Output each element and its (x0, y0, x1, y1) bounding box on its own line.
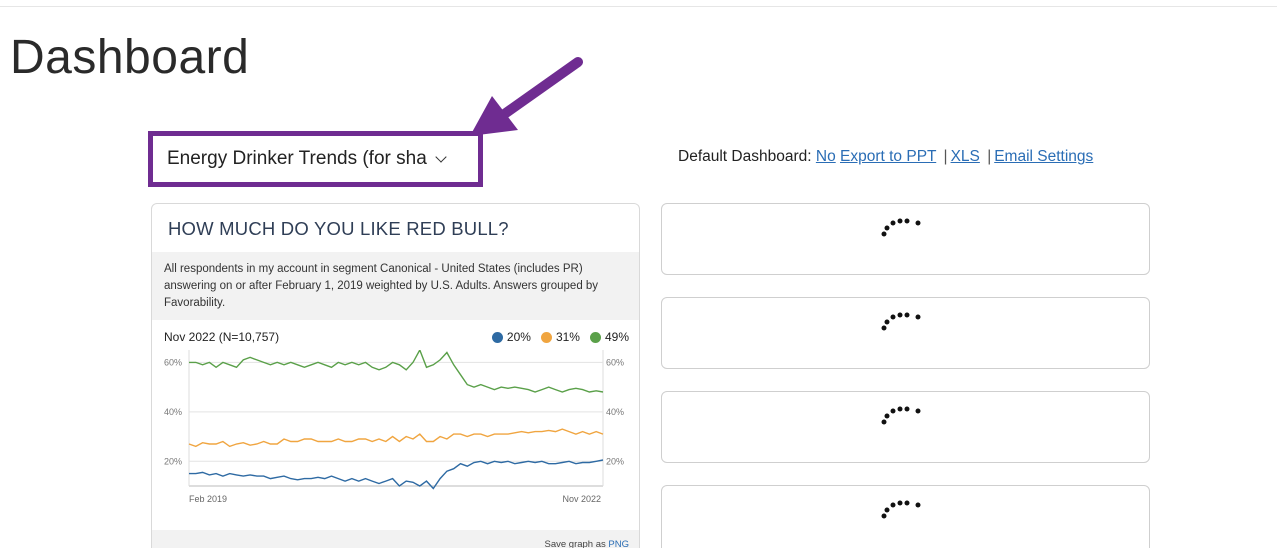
y-tick-label-right: 20% (606, 456, 624, 466)
card-footer: Save graph as PNG (152, 530, 639, 548)
y-tick-label-left: 20% (164, 456, 182, 466)
y-tick-label-right: 40% (606, 407, 624, 417)
legend-dot-orange (540, 331, 552, 343)
y-tick-label-right: 60% (606, 357, 624, 367)
loading-spinner-icon (881, 218, 921, 237)
dashboard-select[interactable]: Energy Drinker Trends (for sha (159, 142, 471, 176)
save-graph-label: Save graph as (544, 539, 606, 548)
x-tick-label: Nov 2022 (562, 494, 601, 504)
save-png-link[interactable]: PNG (608, 539, 629, 548)
loading-card (661, 297, 1150, 369)
loading-card (661, 391, 1150, 463)
loading-spinner-icon (881, 312, 921, 331)
save-graph: Save graph as PNG (545, 539, 630, 548)
legend-item: 31% (540, 330, 580, 344)
legend-dot-blue (491, 331, 503, 343)
series-line (189, 459, 604, 490)
legend-label: 49% (604, 330, 629, 344)
chart-area: Nov 2022 (N=10,757) 20% 31% 49% 60% 60% 40… (152, 320, 640, 530)
loading-spinner-icon (881, 500, 921, 519)
default-dashboard-label: Default Dashboard: (678, 148, 812, 165)
loading-spinner-icon (881, 406, 921, 425)
link-separator: | (987, 148, 992, 165)
series-line (188, 428, 604, 448)
question-card: HOW MUCH DO YOU LIKE RED BULL? All respo… (151, 203, 640, 548)
legend-item: 49% (589, 330, 629, 344)
dashboard-links: Default Dashboard: No Export to PPT | XLS… (678, 148, 1093, 166)
top-border (0, 6, 1277, 7)
x-tick-label: Feb 2019 (189, 494, 227, 504)
card-title: HOW MUCH DO YOU LIKE RED BULL? (168, 218, 509, 239)
legend-label: 20% (506, 330, 531, 344)
legend-label: 31% (555, 330, 580, 344)
link-separator: | (943, 148, 948, 165)
y-tick-label-left: 40% (164, 407, 182, 417)
chevron-down-icon (435, 150, 447, 163)
loading-card (661, 485, 1150, 548)
series-line (189, 350, 604, 393)
chart-period: Nov 2022 (N=10,757) (164, 330, 280, 344)
default-dashboard-toggle[interactable]: No (816, 148, 836, 165)
line-chart[interactable]: 60% 60% 40% 40% 20% 20% Feb 2019 Nov 2022 (152, 350, 640, 530)
selector-highlight: Energy Drinker Trends (for sha (148, 131, 483, 187)
legend-dot-green (589, 331, 601, 343)
email-settings-link[interactable]: Email Settings (994, 148, 1093, 165)
card-description: All respondents in my account in segment… (152, 252, 639, 320)
dashboard-select-value: Energy Drinker Trends (for sha (167, 148, 427, 169)
page-title: Dashboard (10, 31, 250, 84)
xls-link[interactable]: XLS (951, 148, 980, 165)
chart-legend: 20% 31% 49% (491, 330, 629, 344)
y-tick-label-left: 60% (164, 357, 182, 367)
export-ppt-link[interactable]: Export to PPT (840, 148, 936, 165)
loading-card (661, 203, 1150, 275)
legend-item: 20% (491, 330, 531, 344)
